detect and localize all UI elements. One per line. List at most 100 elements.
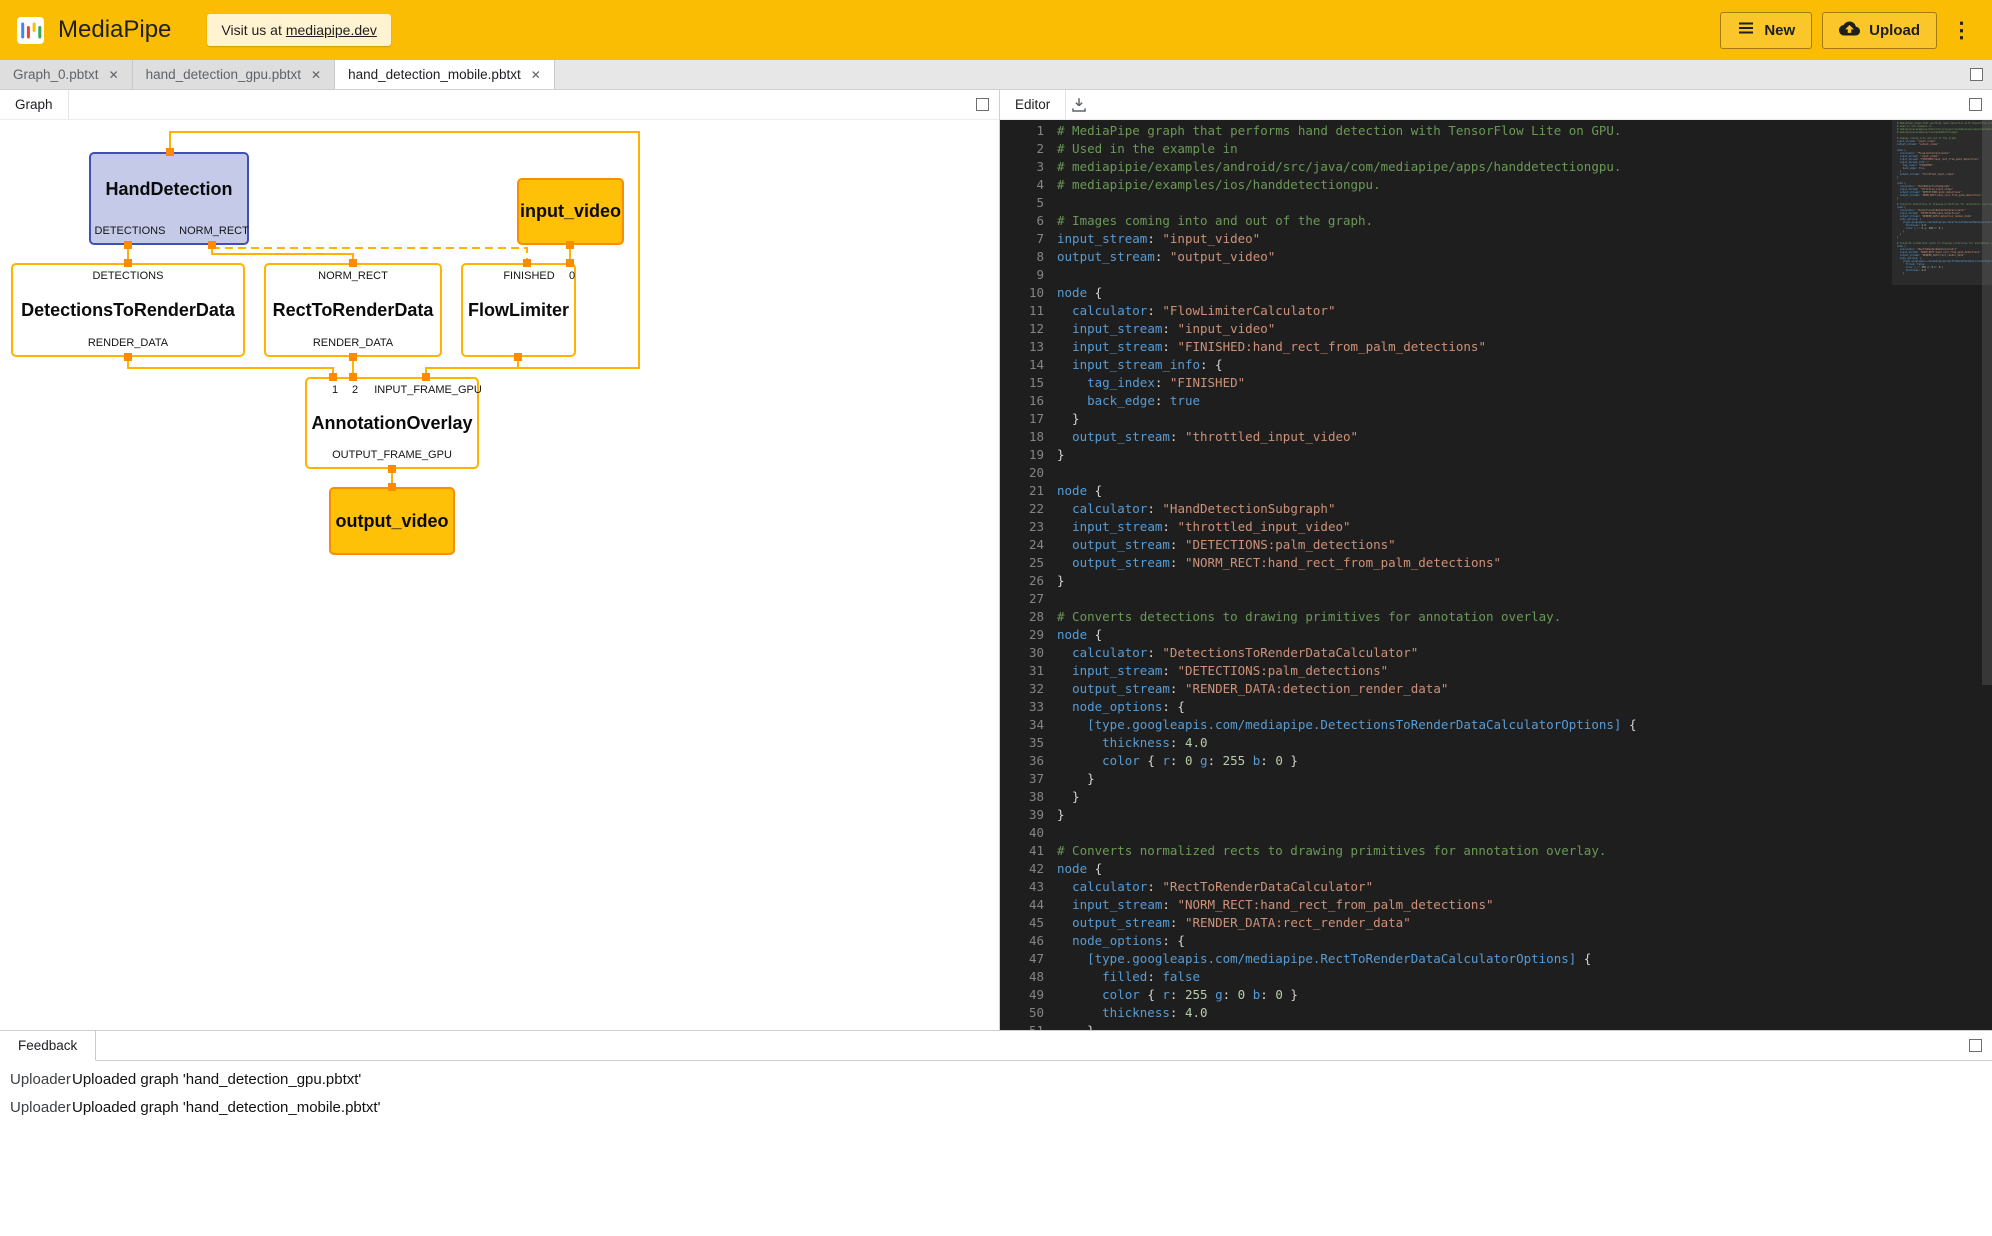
port-render-data-out[interactable]: RENDER_DATA [313,338,393,349]
editor-panel-popout-icon[interactable] [1969,98,1982,111]
node-annotation-overlay[interactable]: 1 2 INPUT_FRAME_GPU AnnotationOverlay OU… [305,377,479,469]
code-line[interactable]: 1# MediaPipe graph that performs hand de… [1000,122,1892,140]
node-output-video[interactable]: output_video [329,487,455,555]
graph-canvas[interactable]: HandDetection DETECTIONS NORM_RECT input… [0,120,999,1030]
code-line[interactable]: 47 [type.googleapis.com/mediapipe.RectTo… [1000,950,1892,968]
code-line[interactable]: 23 input_stream: "throttled_input_video" [1000,518,1892,536]
minimap-slider[interactable] [1892,120,1992,285]
download-graph-icon[interactable] [1066,90,1092,119]
code-line[interactable]: 40 [1000,824,1892,842]
code-line[interactable]: 44 input_stream: "NORM_RECT:hand_rect_fr… [1000,896,1892,914]
tab-hand-detection-gpu-pbtxt[interactable]: hand_detection_gpu.pbtxt ✕ [133,60,335,89]
visit-link[interactable]: mediapipe.dev [286,22,377,38]
code-line[interactable]: 14 input_stream_info: { [1000,356,1892,374]
code-line[interactable]: 19} [1000,446,1892,464]
code-line[interactable]: 28# Converts detections to drawing primi… [1000,608,1892,626]
code-line[interactable]: 26} [1000,572,1892,590]
code-line[interactable]: 4# mediapipie/examples/ios/handdetection… [1000,176,1892,194]
visit-link-chip[interactable]: Visit us at mediapipe.dev [207,14,391,46]
node-flow-limiter[interactable]: FINISHED 0 FlowLimiter [461,263,576,357]
feedback-panel-popout-icon[interactable] [1969,1039,1982,1052]
editor-scrollbar[interactable] [1982,120,1992,685]
graph-panel-popout-icon[interactable] [976,98,989,111]
port-detections[interactable]: DETECTIONS [95,226,166,237]
port-input-frame-gpu[interactable]: INPUT_FRAME_GPU [374,385,482,396]
code-line[interactable]: 32 output_stream: "RENDER_DATA:detection… [1000,680,1892,698]
close-tab-icon[interactable]: ✕ [311,68,321,82]
node-rect-to-render-data[interactable]: NORM_RECT RectToRenderData RENDER_DATA [264,263,442,357]
menu-icon [1737,19,1755,41]
code-line[interactable]: 20 [1000,464,1892,482]
tabbar-popout-icon[interactable] [1970,68,1983,81]
code-line[interactable]: 38 } [1000,788,1892,806]
code-line[interactable]: 8output_stream: "output_video" [1000,248,1892,266]
code-line[interactable]: 24 output_stream: "DETECTIONS:palm_detec… [1000,536,1892,554]
port-one[interactable]: 1 [332,385,338,396]
upload-graph-button[interactable]: Upload [1822,12,1937,49]
code-line[interactable]: 42node { [1000,860,1892,878]
feedback-tab[interactable]: Feedback [0,1031,96,1061]
node-input-video[interactable]: input_video [517,178,624,245]
code-line[interactable]: 35 thickness: 4.0 [1000,734,1892,752]
node-title: input_video [520,201,621,222]
code-line[interactable]: 39} [1000,806,1892,824]
code-line[interactable]: 3# mediapipie/examples/android/src/java/… [1000,158,1892,176]
code-line[interactable]: 9 [1000,266,1892,284]
code-line[interactable]: 21node { [1000,482,1892,500]
port-norm-rect[interactable]: NORM_RECT [179,226,249,237]
code-line[interactable]: 27 [1000,590,1892,608]
graph-tab[interactable]: Graph [0,90,69,119]
code-line[interactable]: 29node { [1000,626,1892,644]
code-line[interactable]: 33 node_options: { [1000,698,1892,716]
code-line[interactable]: 12 input_stream: "input_video" [1000,320,1892,338]
port-two[interactable]: 2 [352,385,358,396]
overflow-menu-button[interactable]: ⋮ [1947,18,1976,43]
code-line[interactable]: 34 [type.googleapis.com/mediapipe.Detect… [1000,716,1892,734]
close-tab-icon[interactable]: ✕ [531,68,541,82]
node-detections-to-render-data[interactable]: DETECTIONS DetectionsToRenderData RENDER… [11,263,245,357]
port-norm-rect-in[interactable]: NORM_RECT [318,271,388,282]
code-line[interactable]: 5 [1000,194,1892,212]
code-line[interactable]: 15 tag_index: "FINISHED" [1000,374,1892,392]
code-line[interactable]: 46 node_options: { [1000,932,1892,950]
code-line[interactable]: 36 color { r: 0 g: 255 b: 0 } [1000,752,1892,770]
code-line[interactable]: 17 } [1000,410,1892,428]
code-line[interactable]: 30 calculator: "DetectionsToRenderDataCa… [1000,644,1892,662]
code-line[interactable]: 50 thickness: 4.0 [1000,1004,1892,1022]
code-lines[interactable]: 1# MediaPipe graph that performs hand de… [1000,120,1892,1030]
code-line[interactable]: 25 output_stream: "NORM_RECT:hand_rect_f… [1000,554,1892,572]
code-line[interactable]: 51 } [1000,1022,1892,1030]
editor-tab[interactable]: Editor [1000,90,1066,119]
port-zero[interactable]: 0 [569,271,575,282]
code-line[interactable]: 11 calculator: "FlowLimiterCalculator" [1000,302,1892,320]
port-render-data-out[interactable]: RENDER_DATA [88,338,168,349]
code-line[interactable]: 43 calculator: "RectToRenderDataCalculat… [1000,878,1892,896]
code-line[interactable]: 41# Converts normalized rects to drawing… [1000,842,1892,860]
code-line[interactable]: 6# Images coming into and out of the gra… [1000,212,1892,230]
port-detections-in[interactable]: DETECTIONS [93,271,164,282]
graph-edges-layer [0,120,999,1030]
tab-graph-0-pbtxt[interactable]: Graph_0.pbtxt ✕ [0,60,133,89]
code-line[interactable]: 31 input_stream: "DETECTIONS:palm_detect… [1000,662,1892,680]
code-line[interactable]: 45 output_stream: "RENDER_DATA:rect_rend… [1000,914,1892,932]
close-tab-icon[interactable]: ✕ [109,68,119,82]
new-graph-button[interactable]: New [1720,12,1812,49]
code-editor[interactable]: 1# MediaPipe graph that performs hand de… [1000,120,1992,1030]
port-output-frame-gpu[interactable]: OUTPUT_FRAME_GPU [332,450,452,461]
code-line[interactable]: 16 back_edge: true [1000,392,1892,410]
code-line[interactable]: 49 color { r: 255 g: 0 b: 0 } [1000,986,1892,1004]
code-line[interactable]: 18 output_stream: "throttled_input_video… [1000,428,1892,446]
code-line[interactable]: 7input_stream: "input_video" [1000,230,1892,248]
code-line[interactable]: 13 input_stream: "FINISHED:hand_rect_fro… [1000,338,1892,356]
code-line[interactable]: 2# Used in the example in [1000,140,1892,158]
line-number: 45 [1000,914,1044,932]
code-line[interactable]: 10node { [1000,284,1892,302]
node-hand-detection[interactable]: HandDetection DETECTIONS NORM_RECT [89,152,249,245]
tab-hand-detection-mobile-pbtxt[interactable]: hand_detection_mobile.pbtxt ✕ [335,60,555,89]
editor-minimap[interactable]: # MediaPipe graph that performs hand det… [1892,120,1992,1030]
code-line[interactable]: 48 filled: false [1000,968,1892,986]
line-number: 34 [1000,716,1044,734]
code-line[interactable]: 37 } [1000,770,1892,788]
code-line[interactable]: 22 calculator: "HandDetectionSubgraph" [1000,500,1892,518]
port-finished[interactable]: FINISHED [503,271,554,282]
